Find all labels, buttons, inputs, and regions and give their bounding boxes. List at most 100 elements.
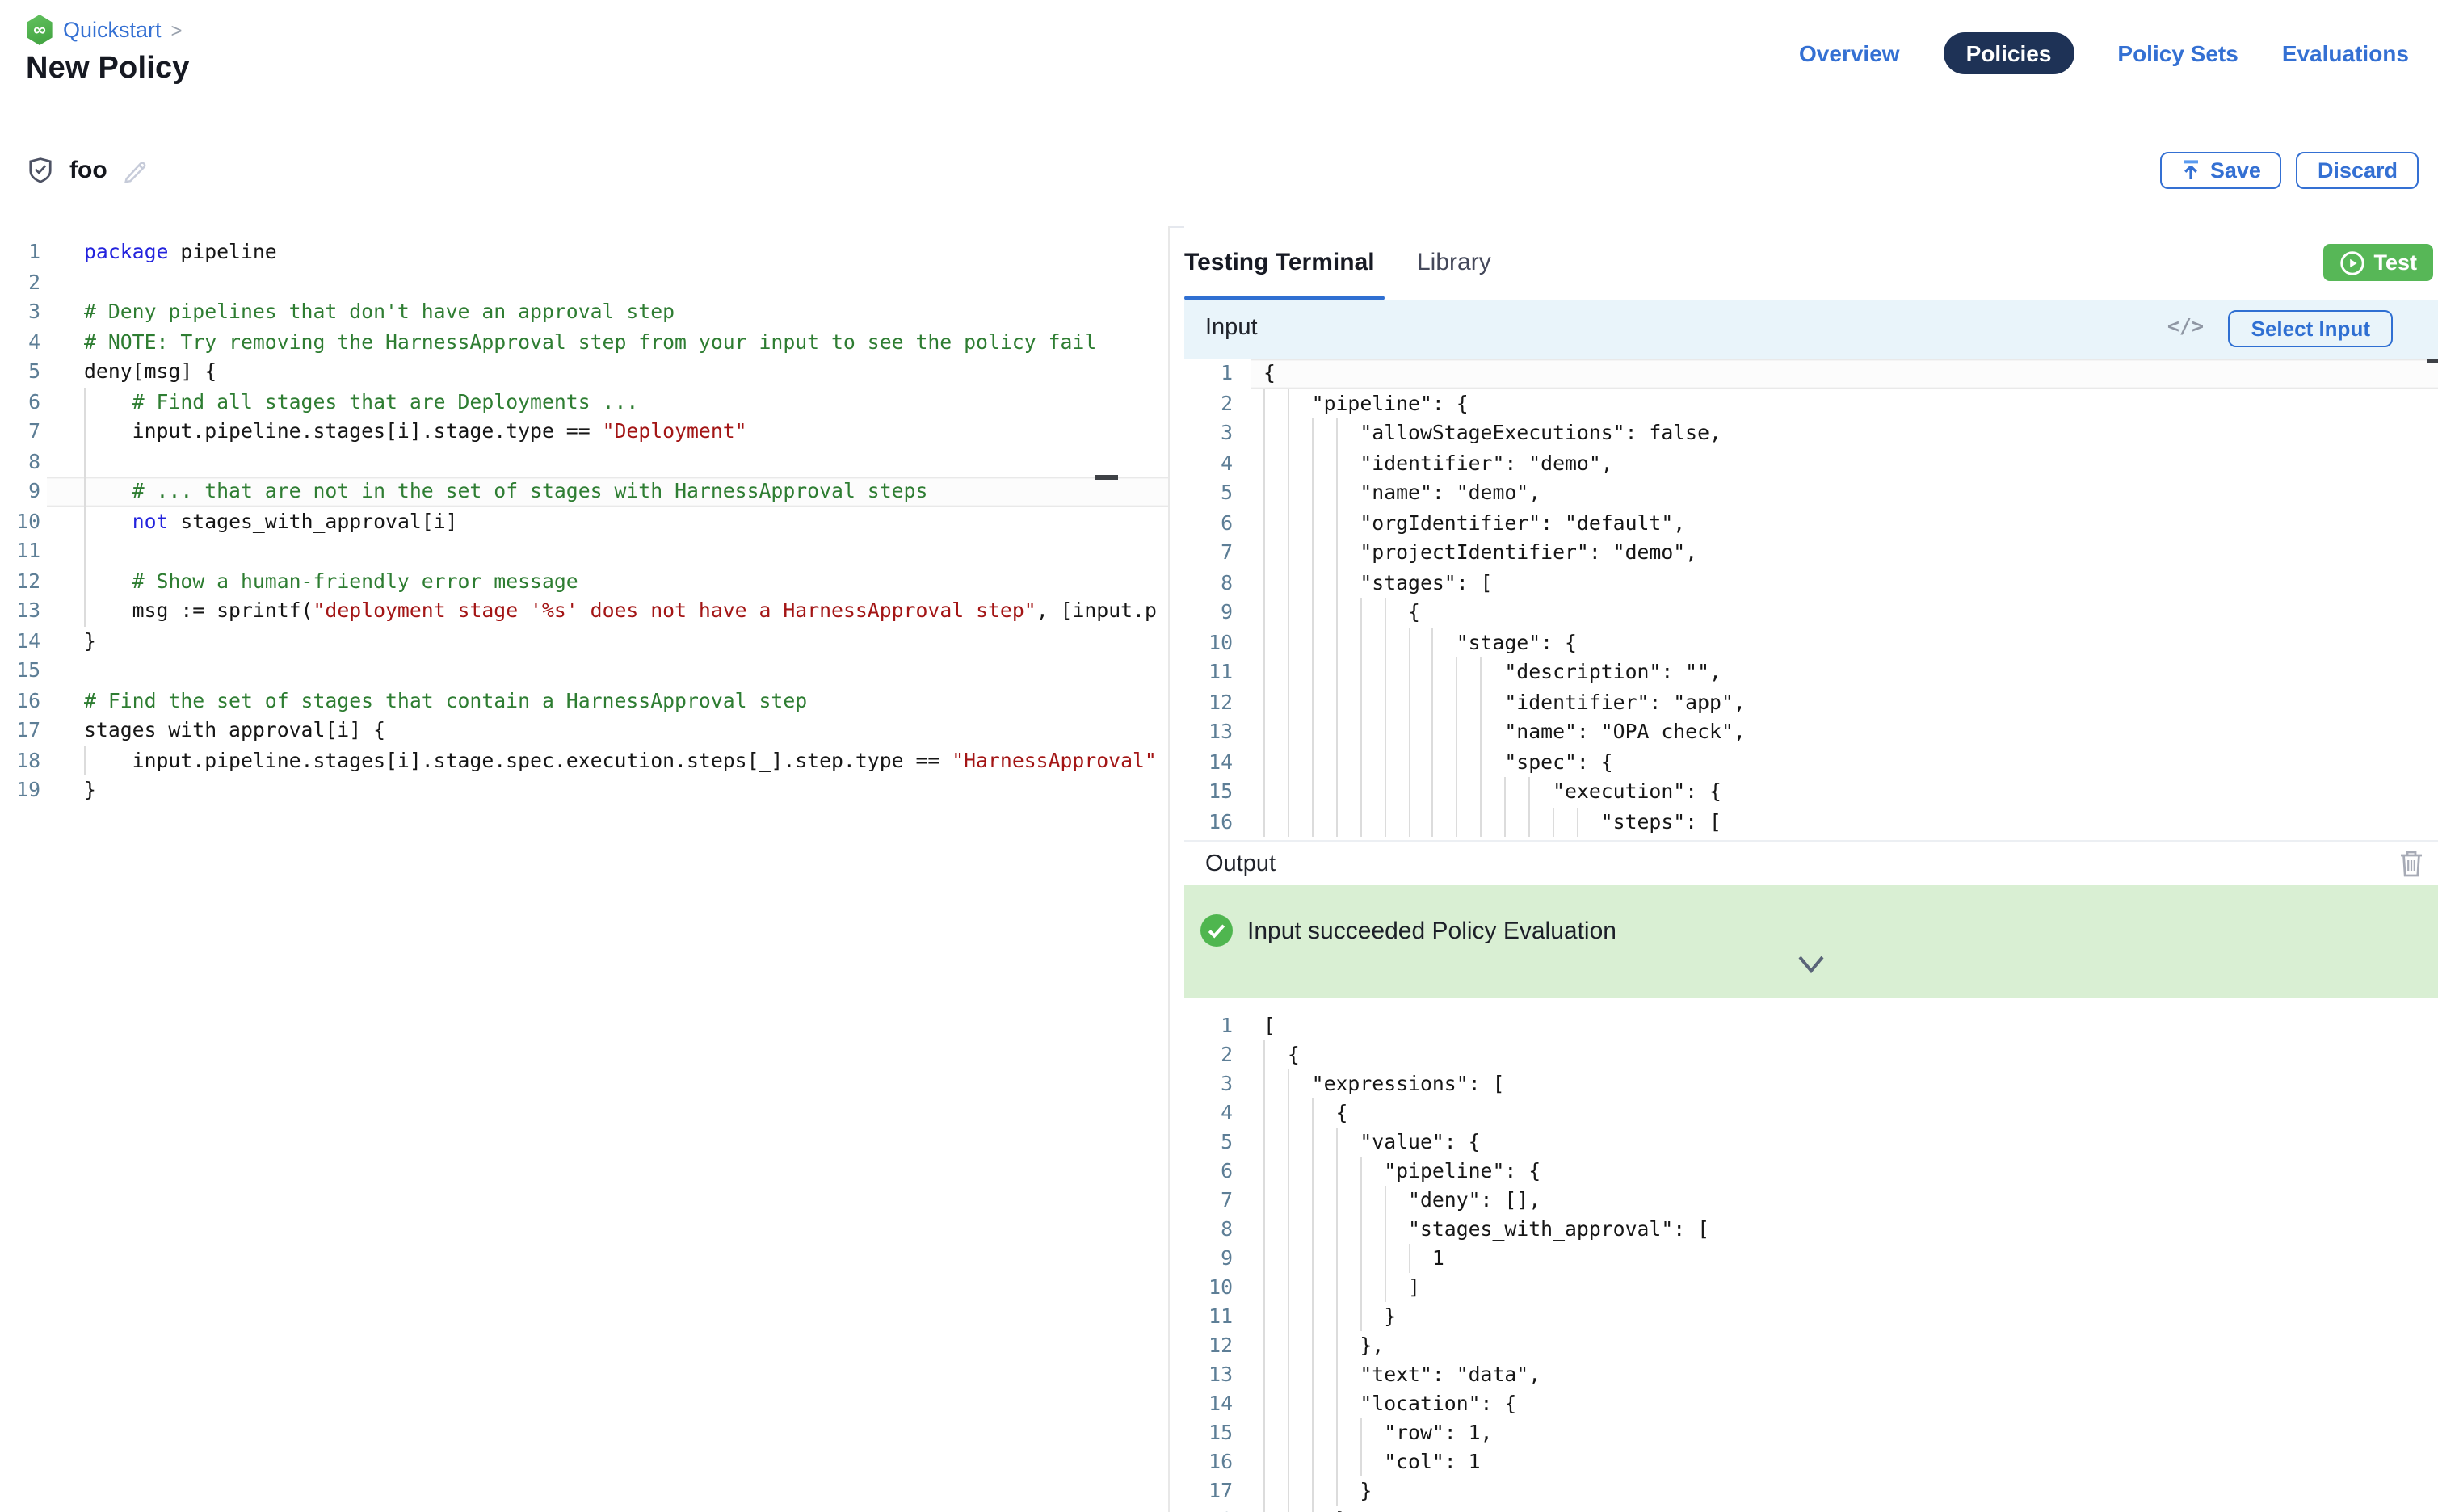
line-number: 6 [0, 387, 47, 417]
code-line-content: "stage": { [1251, 628, 2438, 657]
code-line: 11 "description": "", [1184, 657, 2438, 687]
code-line: 1package pipeline [0, 237, 1168, 267]
code-line-content: 1 [1251, 1244, 2438, 1273]
output-json-editor[interactable]: 1[2 {3 "expressions": [4 {5 "value": {6 … [1184, 998, 2438, 1512]
code-line-content: { [1251, 1040, 2438, 1069]
line-number: 3 [1184, 418, 1251, 448]
shield-check-icon [26, 155, 55, 186]
code-line-content: "deny": [], [1251, 1186, 2438, 1215]
code-line-content: input.pipeline.stages[i].stage.type == "… [47, 417, 1168, 447]
code-line: 15 "execution": { [1184, 777, 2438, 807]
code-line-content: } [1251, 1476, 2438, 1506]
line-number: 10 [1184, 1273, 1251, 1302]
line-number: 9 [1184, 1244, 1251, 1273]
nav-tab-overview[interactable]: Overview [1799, 40, 1900, 66]
line-number: 7 [1184, 538, 1251, 568]
nav-tab-evaluations[interactable]: Evaluations [2282, 40, 2409, 66]
evaluation-result-text: Input succeeded Policy Evaluation [1247, 918, 1616, 945]
code-line: 17 } [1184, 1476, 2438, 1506]
input-section-header: Input </> Select Input [1184, 300, 2438, 359]
line-number: 4 [1184, 448, 1251, 478]
chevron-right-icon: > [171, 19, 183, 41]
code-line: 11 } [1184, 1302, 2438, 1331]
code-line-content: "name": "OPA check", [1251, 717, 2438, 747]
code-line: 7 "projectIdentifier": "demo", [1184, 538, 2438, 568]
code-line: 19} [0, 775, 1168, 805]
line-number: 3 [1184, 1069, 1251, 1098]
code-line: 6 "orgIdentifier": "default", [1184, 508, 2438, 538]
line-number: 14 [1184, 1389, 1251, 1418]
code-line-content: "stages": [ [1251, 568, 2438, 598]
tab-library[interactable]: Library [1417, 249, 1491, 276]
line-number: 1 [1184, 1011, 1251, 1040]
code-line-content: "projectIdentifier": "demo", [1251, 538, 2438, 568]
line-number: 15 [0, 656, 47, 686]
line-number: 17 [1184, 1476, 1251, 1506]
save-button[interactable]: Save [2160, 152, 2282, 189]
code-line: 10 not stages_with_approval[i] [0, 506, 1168, 536]
line-number: 12 [0, 566, 47, 596]
policy-code-editor[interactable]: 1package pipeline23# Deny pipelines that… [0, 226, 1170, 1512]
code-line-content: [ [1251, 1011, 2438, 1040]
code-line-content: "name": "demo", [1251, 478, 2438, 508]
line-number: 15 [1184, 1418, 1251, 1447]
code-line: 8 "stages": [ [1184, 568, 2438, 598]
code-line-content: # Show a human-friendly error message [47, 566, 1168, 596]
input-json-editor[interactable]: 1{2 "pipeline": {3 "allowStageExecutions… [1184, 359, 2438, 840]
code-line: 6 "pipeline": { [1184, 1157, 2438, 1186]
line-number: 9 [0, 477, 47, 506]
breadcrumb-link-quickstart[interactable]: Quickstart [63, 18, 162, 42]
code-line: 12 # Show a human-friendly error message [0, 566, 1168, 596]
line-number: 3 [0, 297, 47, 327]
code-line: 1[ [1184, 1011, 2438, 1040]
code-line-content: "allowStageExecutions": false, [1251, 418, 2438, 448]
code-line-content: } [47, 626, 1168, 656]
code-line-content: not stages_with_approval[i] [47, 506, 1168, 536]
tab-testing-terminal[interactable]: Testing Terminal [1184, 249, 1375, 276]
edit-pencil-icon[interactable] [122, 157, 149, 184]
code-line: 2 "pipeline": { [1184, 388, 2438, 418]
code-line: 16 "col": 1 [1184, 1447, 2438, 1476]
line-number: 16 [1184, 807, 1251, 837]
input-cursor-marker [2427, 359, 2438, 363]
harness-logo-icon: ∞ [26, 15, 53, 45]
code-line-content: "location": { [1251, 1389, 2438, 1418]
code-line-content: "value": { [1251, 1128, 2438, 1157]
nav-tab-policy-sets[interactable]: Policy Sets [2117, 40, 2238, 66]
line-number: 12 [1184, 687, 1251, 717]
chevron-down-icon[interactable] [1793, 951, 1829, 987]
code-line-content: } [47, 775, 1168, 805]
code-line: 18 input.pipeline.stages[i].stage.spec.e… [0, 746, 1168, 775]
trash-icon[interactable] [2399, 850, 2423, 885]
code-line-content: deny[msg] { [47, 357, 1168, 387]
code-line-content: # NOTE: Try removing the HarnessApproval… [47, 327, 1168, 357]
code-line: 18 } [1184, 1506, 2438, 1512]
output-section-header: Output [1184, 840, 2438, 885]
code-line: 8 "stages_with_approval": [ [1184, 1215, 2438, 1244]
line-number: 1 [1184, 359, 1251, 388]
code-line: 17stages_with_approval[i] { [0, 716, 1168, 746]
line-number: 8 [0, 447, 47, 477]
line-number: 10 [0, 506, 47, 536]
line-number: 18 [0, 746, 47, 775]
line-number: 17 [0, 716, 47, 746]
testing-tabs-bar: Testing Terminal Library Test [1184, 226, 2438, 300]
line-number: 5 [1184, 1128, 1251, 1157]
test-button[interactable]: Test [2323, 244, 2433, 281]
line-number: 12 [1184, 1331, 1251, 1360]
code-line: 1{ [1184, 359, 2438, 388]
discard-button[interactable]: Discard [2297, 152, 2419, 189]
code-line: 3# Deny pipelines that don't have an app… [0, 297, 1168, 327]
line-number: 10 [1184, 628, 1251, 657]
nav-tab-policies[interactable]: Policies [1944, 32, 2074, 74]
code-brackets-icon[interactable]: </> [2167, 313, 2204, 338]
breadcrumb: ∞ Quickstart > [26, 15, 183, 45]
code-line: 2 [0, 267, 1168, 297]
code-line: 13 "text": "data", [1184, 1360, 2438, 1389]
code-line-content: "steps": [ [1251, 807, 2438, 837]
line-number: 13 [1184, 717, 1251, 747]
policy-name: foo [69, 157, 107, 184]
select-input-button[interactable]: Select Input [2229, 310, 2393, 347]
line-number: 8 [1184, 1215, 1251, 1244]
code-line-content: "identifier": "app", [1251, 687, 2438, 717]
